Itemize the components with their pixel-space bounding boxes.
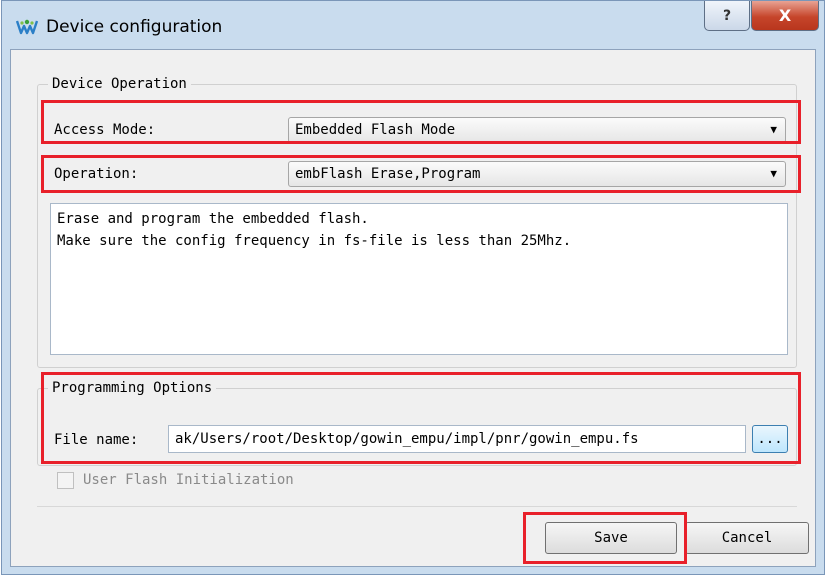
operation-description[interactable]: Erase and program the embedded flash. Mak… [50,203,788,355]
cancel-button[interactable]: Cancel [685,522,809,554]
window-title: Device configuration [46,17,223,37]
help-icon: ? [722,7,732,24]
save-label: Save [594,530,628,546]
access-mode-value: Embedded Flash Mode [295,122,456,138]
device-configuration-window: Device configuration ? X Device Operatio… [1,0,825,575]
programming-options-group: Programming Options File name: ak/Users/… [37,379,797,466]
footer-divider [37,506,797,507]
file-name-input[interactable]: ak/Users/root/Desktop/gowin_empu/impl/pn… [168,425,746,453]
save-button[interactable]: Save [545,522,677,554]
operation-value: embFlash Erase,Program [295,166,481,182]
browse-button[interactable]: ... [752,425,788,453]
title-bar[interactable]: Device configuration ? X [2,1,824,49]
device-operation-group: Device Operation Access Mode: Embedded F… [37,75,797,368]
operation-select[interactable]: embFlash Erase,Program ▼ [288,161,786,187]
programming-options-legend: Programming Options [48,379,217,397]
operation-label: Operation: [54,166,139,182]
dialog-body: Device Operation Access Mode: Embedded F… [10,49,816,567]
access-mode-label: Access Mode: [54,122,156,138]
description-line: Make sure the config frequency in fs-fil… [57,233,572,249]
user-flash-init-checkbox[interactable] [57,472,74,489]
user-flash-init-label: User Flash Initialization [83,472,294,488]
file-name-label: File name: [54,432,139,448]
help-button[interactable]: ? [704,1,750,31]
close-button[interactable]: X [751,1,819,31]
chevron-down-icon: ▼ [770,123,777,136]
close-icon: X [778,6,792,25]
chevron-down-icon: ▼ [770,167,777,180]
browse-label: ... [757,431,783,447]
access-mode-select[interactable]: Embedded Flash Mode ▼ [288,117,786,143]
device-operation-legend: Device Operation [48,75,191,93]
gowin-logo-icon [16,19,38,35]
cancel-label: Cancel [721,530,773,546]
description-line: Erase and program the embedded flash. [57,211,369,227]
